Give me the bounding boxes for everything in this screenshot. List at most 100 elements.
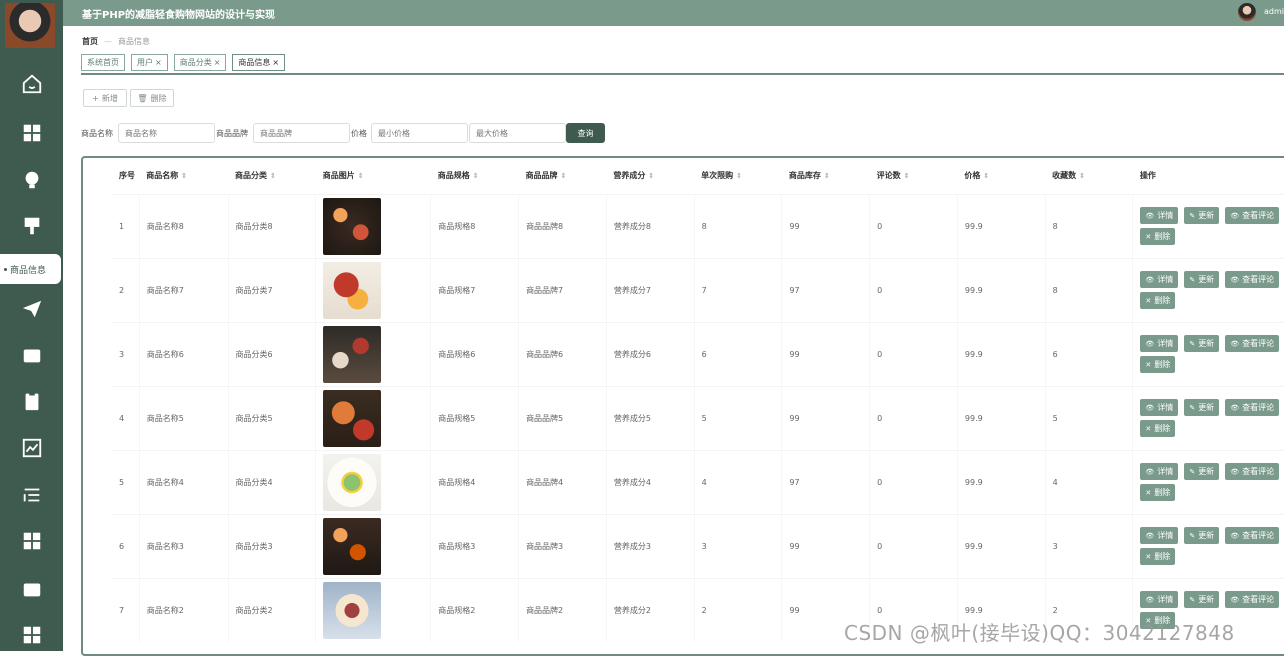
favorite-count: 5 (1044, 385, 1133, 450)
sort-icon[interactable]: ⇕ (473, 172, 479, 180)
product-thumbnail[interactable] (323, 325, 382, 383)
row-delete-button[interactable]: ✕ 删除 (1140, 292, 1176, 309)
tab-system-home[interactable]: 系统首页 (81, 54, 125, 71)
tab-users[interactable]: 用户 × (131, 54, 168, 71)
update-button[interactable]: ✎ 更新 (1184, 463, 1220, 480)
row-delete-button[interactable]: ✕ 删除 (1140, 420, 1176, 437)
view-comments-button[interactable]: 👁 查看评论 (1225, 207, 1280, 224)
column-header[interactable]: 商品分类 ⇕ (228, 158, 316, 194)
brand-label: 商品品牌 (216, 129, 248, 138)
close-icon: ✕ (1145, 488, 1152, 497)
product-thumbnail[interactable] (323, 261, 382, 319)
eye-icon: 👁 (1145, 403, 1155, 412)
column-header[interactable]: 价格 ⇕ (957, 158, 1045, 194)
sort-icon[interactable]: ⇕ (904, 172, 910, 180)
name-input[interactable] (118, 123, 215, 143)
sort-icon[interactable]: ⇕ (358, 172, 364, 180)
add-button[interactable]: + 新增 (83, 89, 127, 107)
detail-button[interactable]: 👁 详情 (1140, 463, 1179, 480)
update-button[interactable]: ✎ 更新 (1184, 335, 1220, 352)
product-category: 商品分类7 (227, 257, 316, 322)
purchase-limit: 4 (693, 449, 782, 514)
close-icon[interactable]: × (155, 58, 162, 67)
tab-categories[interactable]: 商品分类 × (173, 54, 227, 71)
product-name: 商品名称8 (138, 193, 229, 258)
row-delete-button[interactable]: ✕ 删除 (1140, 484, 1176, 501)
brand-input[interactable] (253, 123, 350, 143)
delete-button[interactable]: 🗑 删除 (130, 89, 174, 107)
product-thumbnail[interactable] (323, 389, 382, 447)
lightbulb-icon[interactable] (0, 160, 63, 200)
column-header[interactable]: 商品品牌 ⇕ (519, 158, 607, 194)
close-icon[interactable]: × (272, 58, 279, 67)
detail-button[interactable]: 👁 详情 (1140, 335, 1179, 352)
sort-icon[interactable]: ⇕ (648, 172, 654, 180)
sort-icon[interactable]: ⇕ (983, 172, 989, 180)
row-delete-button[interactable]: ✕ 删除 (1140, 228, 1176, 245)
list-icon[interactable] (0, 475, 63, 515)
product-stock: 97 (781, 449, 870, 514)
view-comments-button[interactable]: 👁 查看评论 (1225, 591, 1280, 609)
view-comments-button[interactable]: 👁 查看评论 (1225, 335, 1280, 352)
row-number: 1 (112, 193, 140, 258)
product-thumbnail[interactable] (323, 197, 382, 255)
view-comments-button[interactable]: 👁 查看评论 (1225, 463, 1280, 480)
sort-icon[interactable]: ⇕ (1079, 172, 1085, 180)
grid-more-icon[interactable] (0, 615, 63, 655)
product-name: 商品名称7 (138, 257, 229, 322)
user-avatar[interactable] (1238, 3, 1256, 21)
column-header[interactable]: 商品库存 ⇕ (782, 158, 870, 194)
grid-icon[interactable] (0, 113, 63, 153)
detail-button[interactable]: 👁 详情 (1140, 207, 1179, 224)
sort-icon[interactable]: ⇕ (181, 172, 187, 180)
search-button[interactable]: 查询 (566, 123, 605, 143)
update-button[interactable]: ✎ 更新 (1184, 399, 1220, 416)
home-icon[interactable] (0, 64, 63, 104)
sort-icon[interactable]: ⇕ (561, 172, 567, 180)
view-comments-button[interactable]: 👁 查看评论 (1225, 527, 1280, 544)
tab-product-info[interactable]: 商品信息 × (232, 54, 286, 71)
store-icon[interactable] (0, 335, 63, 375)
sort-icon[interactable]: ⇕ (736, 172, 742, 180)
column-header[interactable]: 收藏数 ⇕ (1045, 158, 1133, 194)
detail-button[interactable]: 👁 详情 (1140, 591, 1179, 609)
avatar[interactable] (5, 3, 55, 48)
detail-button[interactable]: 👁 详情 (1140, 527, 1179, 544)
breadcrumb-home[interactable]: 首页 (82, 37, 98, 46)
min-price-input[interactable] (371, 123, 468, 143)
row-actions: 👁 详情 ✎ 更新 👁 查看评论 ✕ 删除 (1132, 257, 1284, 322)
apps-icon[interactable] (0, 521, 63, 561)
clipboard-icon[interactable] (0, 381, 63, 421)
sort-icon[interactable]: ⇕ (270, 172, 276, 180)
update-button[interactable]: ✎ 更新 (1184, 207, 1220, 224)
product-thumbnail[interactable] (323, 581, 382, 639)
product-thumbnail[interactable] (323, 453, 382, 511)
column-header[interactable]: 评论数 ⇕ (870, 158, 958, 194)
row-number: 5 (112, 449, 140, 514)
send-icon[interactable] (0, 289, 63, 329)
view-comments-button[interactable]: 👁 查看评论 (1225, 399, 1280, 416)
row-delete-button[interactable]: ✕ 删除 (1140, 548, 1176, 565)
chart-icon[interactable] (0, 428, 63, 468)
column-header[interactable]: 营养成分 ⇕ (606, 158, 694, 194)
close-icon[interactable]: × (214, 58, 221, 67)
view-comments-button[interactable]: 👁 查看评论 (1225, 271, 1280, 288)
max-price-input[interactable] (469, 123, 566, 143)
brush-icon[interactable] (0, 206, 63, 246)
detail-button[interactable]: 👁 详情 (1140, 271, 1179, 288)
column-header[interactable]: 单次限购 ⇕ (694, 158, 782, 194)
wallet-icon[interactable] (0, 569, 63, 609)
purchase-limit: 7 (693, 257, 782, 322)
sidebar-item-product-info[interactable]: 商品信息 (0, 254, 61, 284)
update-button[interactable]: ✎ 更新 (1184, 271, 1220, 288)
column-header[interactable]: 商品名称 ⇕ (139, 158, 228, 194)
row-delete-button[interactable]: ✕ 删除 (1140, 356, 1176, 373)
sort-icon[interactable]: ⇕ (824, 172, 830, 180)
update-button[interactable]: ✎ 更新 (1184, 527, 1220, 544)
detail-button[interactable]: 👁 详情 (1140, 399, 1179, 416)
update-button[interactable]: ✎ 更新 (1184, 591, 1220, 609)
product-thumbnail[interactable] (323, 517, 382, 575)
column-header[interactable]: 商品规格 ⇕ (431, 158, 519, 194)
user-name[interactable]: admi (1264, 7, 1284, 16)
column-header[interactable]: 商品图片 ⇕ (316, 158, 431, 194)
